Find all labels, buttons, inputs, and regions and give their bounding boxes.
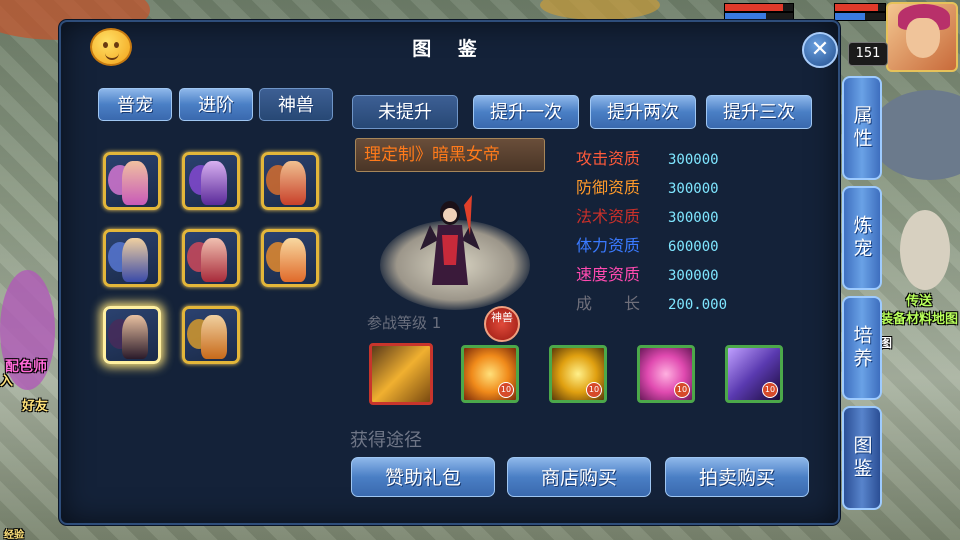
tab-upgrade-twice[interactable]: 提升两次 [590, 95, 696, 129]
skill-golden-arrows-icon[interactable] [369, 343, 433, 405]
pet-figure [280, 238, 306, 282]
stat-label: 法术资质 [576, 207, 641, 226]
emoji-eye [103, 42, 108, 48]
stat-label: 体力资质 [576, 236, 641, 255]
map-marker-materials[interactable]: 装备材料地图 [880, 308, 958, 327]
close-button[interactable]: ✕ [802, 32, 838, 68]
skill-level-badge: 10 [674, 382, 690, 398]
side-tab-codex[interactable]: 图鉴 [842, 406, 882, 510]
stat-value: 300000 [668, 181, 719, 197]
tab-normal-pet[interactable]: 普宠 [98, 88, 172, 121]
avatar-face [906, 18, 940, 58]
skill-pink-heart-icon[interactable]: 10 [637, 345, 695, 403]
pet-model-wing [420, 225, 438, 250]
tab-advanced[interactable]: 进阶 [179, 88, 253, 121]
stat-defense: 防御资质 300000 [576, 173, 727, 202]
exp-label: 经验 [4, 530, 24, 540]
mp-fill [725, 13, 766, 20]
shop-buy-button[interactable]: 商店购买 [507, 457, 651, 497]
skill-gold-shield-icon[interactable]: 10 [549, 345, 607, 403]
skill-level-badge: 10 [762, 382, 778, 398]
player-level-badge: 151 [848, 42, 888, 66]
pet-slot[interactable] [261, 229, 319, 287]
battle-level: 参战等级 1 [367, 314, 442, 332]
pet-figure [201, 238, 227, 282]
pet-model-face [443, 208, 457, 222]
auction-buy-button[interactable]: 拍卖购买 [665, 457, 809, 497]
pet-slot-selected[interactable] [103, 306, 161, 364]
emoji-icon[interactable] [90, 28, 132, 66]
sponsor-pack-button[interactable]: 赞助礼包 [351, 457, 495, 497]
pet-model-wing [462, 225, 480, 250]
panel-title-bar: 图 鉴 [59, 20, 840, 76]
stat-growth: 成 长 200.000 [576, 289, 727, 318]
stat-value: 200.000 [668, 297, 728, 313]
tab-upgrade-once[interactable]: 提升一次 [473, 95, 579, 129]
pet-model-sash [442, 235, 458, 265]
pet-slot[interactable] [182, 229, 240, 287]
hp-fill [725, 4, 783, 11]
player-hp-bar [834, 3, 886, 12]
pet-slot[interactable] [103, 229, 161, 287]
pet-figure [201, 315, 227, 359]
pet-slot[interactable] [103, 152, 161, 210]
pet-figure [201, 161, 227, 205]
pet-name-plate: 理定制》暗黑女帝 [355, 138, 545, 172]
emoji-eye [114, 42, 119, 48]
stat-label: 成 长 [576, 294, 641, 313]
player-avatar[interactable] [886, 2, 958, 72]
target-hp-bar [724, 3, 794, 12]
pet-figure [122, 238, 148, 282]
panel-title: 图 鉴 [412, 38, 487, 60]
stat-magic: 法术资质 300000 [576, 202, 727, 231]
mp-fill [835, 13, 865, 20]
divine-beast-badge: 神兽 [484, 306, 520, 342]
skill-level-badge: 10 [586, 382, 602, 398]
skill-level-badge: 10 [498, 382, 514, 398]
pet-figure [122, 315, 148, 359]
map-marker-teleport[interactable]: 传送 [906, 290, 932, 309]
pet-figure [280, 161, 306, 205]
tab-upgrade-thrice[interactable]: 提升三次 [706, 95, 812, 129]
stat-value: 300000 [668, 152, 719, 168]
pet-slot[interactable] [261, 152, 319, 210]
npc-label[interactable]: 好友 [22, 395, 48, 414]
pet-figure [122, 161, 148, 205]
stat-attack: 攻击资质 300000 [576, 144, 727, 173]
side-tab-refine-pet[interactable]: 炼宠 [842, 186, 882, 290]
tab-divine-beast[interactable]: 神兽 [259, 88, 333, 121]
stat-value: 600000 [668, 239, 719, 255]
acquire-label: 获得途径 [350, 430, 422, 451]
pet-model-dark-empress[interactable] [420, 195, 480, 290]
stat-stamina: 体力资质 600000 [576, 231, 727, 260]
stone-pillar [870, 90, 960, 180]
skill-shadow-dash-icon[interactable]: 10 [725, 345, 783, 403]
npc-figure-right[interactable] [900, 210, 950, 290]
tab-not-upgraded[interactable]: 未提升 [352, 95, 458, 129]
side-tab-attributes[interactable]: 属性 [842, 76, 882, 180]
stat-speed: 速度资质 300000 [576, 260, 727, 289]
stat-label: 防御资质 [576, 178, 641, 197]
golden-rooftop [540, 0, 660, 20]
skill-fire-strike-icon[interactable]: 10 [461, 345, 519, 403]
stats-list: 攻击资质 300000 防御资质 300000 法术资质 300000 体力资质 600… [576, 144, 727, 318]
pet-slot[interactable] [182, 152, 240, 210]
player-mp-bar [834, 12, 886, 21]
side-tab-train[interactable]: 培养 [842, 296, 882, 400]
stat-label: 速度资质 [576, 265, 641, 284]
pet-slot[interactable] [182, 306, 240, 364]
stat-value: 300000 [668, 210, 719, 226]
emoji-mouth [105, 52, 119, 60]
hp-fill [835, 4, 878, 11]
stat-label: 攻击资质 [576, 149, 641, 168]
npc-label: 入 [0, 374, 14, 389]
stat-value: 300000 [668, 268, 719, 284]
